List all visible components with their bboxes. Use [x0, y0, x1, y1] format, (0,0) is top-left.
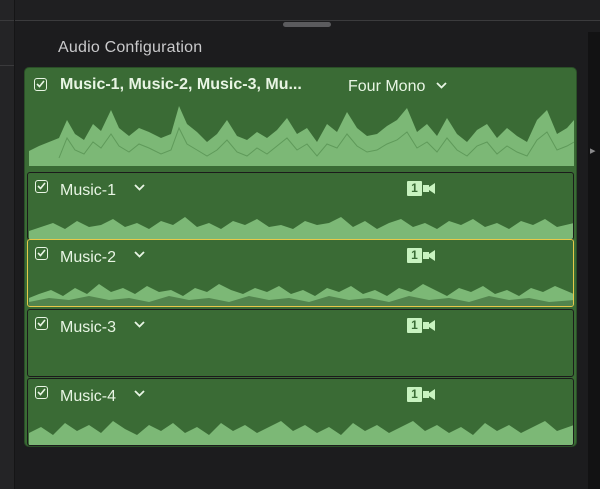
right-edge-marker-icon: ▸ [590, 145, 596, 157]
channel-checkbox[interactable] [35, 247, 48, 260]
left-panel-divider [0, 65, 14, 66]
video-camera-icon [423, 320, 435, 331]
top-divider [15, 20, 600, 21]
checkmark-icon [37, 182, 46, 190]
channel-row-music-3[interactable]: Music-3 1 [27, 309, 574, 377]
channel-label: Music-1 [60, 182, 117, 199]
role-number: 1 [407, 181, 422, 196]
channel-label: Music-2 [60, 249, 117, 266]
left-panel-divider [0, 20, 14, 21]
role-badge: 1 [407, 387, 436, 402]
checkmark-icon [37, 388, 46, 396]
channel-checkbox[interactable] [35, 386, 48, 399]
right-panel-edge [588, 32, 600, 489]
role-number: 1 [407, 318, 422, 333]
combined-audio-title: Music-1, Music-2, Music-3, Mu... [60, 76, 302, 93]
channel-label: Music-4 [60, 388, 117, 405]
channel-checkbox[interactable] [35, 317, 48, 330]
channel-waveform [29, 217, 573, 239]
channel-checkbox[interactable] [35, 180, 48, 193]
role-number: 1 [407, 248, 422, 263]
channel-waveform [29, 284, 573, 306]
audio-configuration-panel: Music-1, Music-2, Music-3, Mu... Four Mo… [24, 67, 577, 447]
combined-audio-header: Music-1, Music-2, Music-3, Mu... Four Mo… [25, 68, 576, 168]
chevron-down-icon[interactable] [134, 321, 145, 328]
channel-row-music-2[interactable]: Music-2 1 [27, 239, 574, 307]
channel-waveform [29, 421, 573, 445]
channel-label: Music-3 [60, 319, 117, 336]
checkmark-icon [36, 80, 45, 88]
checkmark-icon [37, 319, 46, 327]
combined-waveform [29, 106, 574, 166]
video-camera-icon [423, 183, 435, 194]
chevron-down-icon[interactable] [134, 390, 145, 397]
top-toolbar-area [15, 0, 600, 20]
waveform-fill [29, 106, 574, 166]
role-badge: 1 [407, 248, 436, 263]
channel-config-value: Four Mono [348, 78, 426, 95]
checkmark-icon [37, 249, 46, 257]
channel-config-dropdown[interactable]: Four Mono [348, 78, 447, 96]
chevron-down-icon[interactable] [134, 184, 145, 191]
video-camera-icon [423, 389, 435, 400]
channel-row-music-1[interactable]: Music-1 1 [27, 172, 574, 240]
chevron-down-icon[interactable] [134, 251, 145, 258]
video-camera-icon [423, 250, 435, 261]
chevron-down-icon [436, 82, 447, 89]
channel-row-music-4[interactable]: Music-4 1 [27, 378, 574, 446]
role-badge: 1 [407, 181, 436, 196]
section-title: Audio Configuration [58, 39, 203, 56]
resize-handle[interactable] [283, 22, 331, 27]
role-number: 1 [407, 387, 422, 402]
role-badge: 1 [407, 318, 436, 333]
combined-audio-checkbox[interactable] [34, 78, 47, 91]
left-panel-edge [0, 0, 15, 489]
